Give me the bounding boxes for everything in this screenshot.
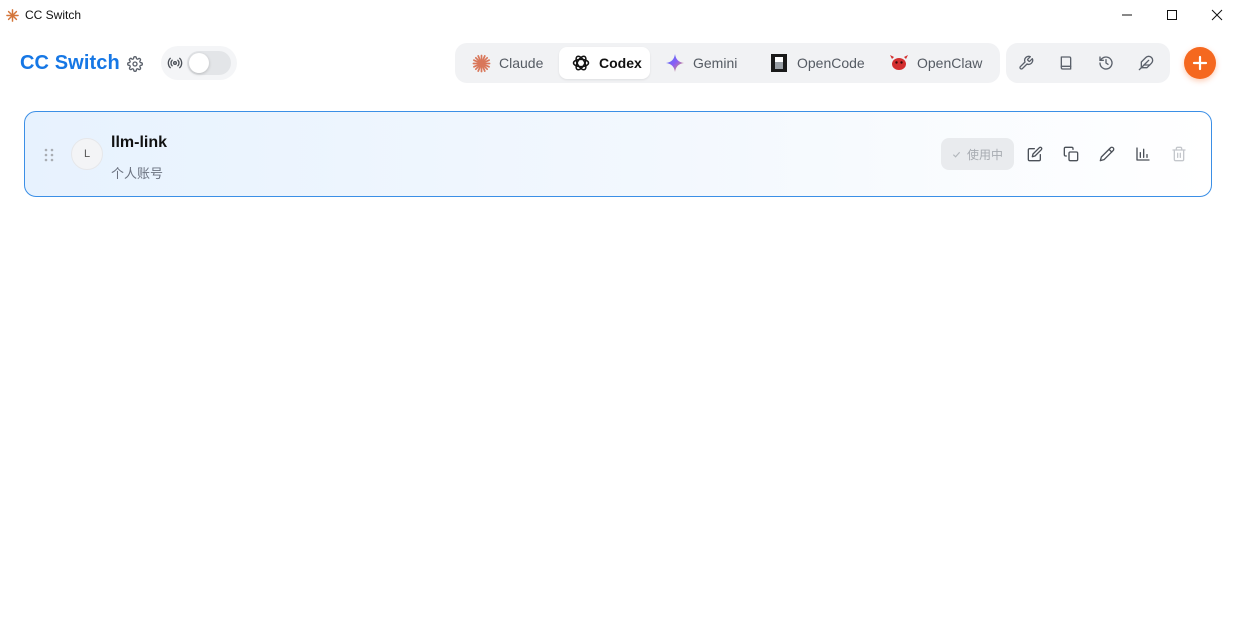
wrench-icon bbox=[1019, 55, 1034, 70]
book-icon bbox=[1060, 56, 1072, 70]
opencode-icon bbox=[769, 53, 789, 73]
window-title: CC Switch bbox=[25, 8, 82, 22]
tab-claude[interactable]: Claude bbox=[463, 47, 559, 79]
tab-codex[interactable]: Codex bbox=[559, 47, 650, 79]
tab-openclaw[interactable]: OpenClaw bbox=[879, 47, 995, 79]
duplicate-button[interactable] bbox=[1061, 144, 1081, 164]
chart-icon bbox=[1136, 147, 1150, 161]
title-bar: CC Switch bbox=[0, 0, 1233, 30]
delete-button[interactable] bbox=[1169, 144, 1189, 164]
minimize-button[interactable] bbox=[1104, 0, 1150, 30]
settings-button[interactable] bbox=[124, 53, 146, 75]
claude-icon bbox=[471, 53, 491, 73]
edit-icon bbox=[1027, 146, 1043, 162]
provider-card[interactable]: L llm-link 个人账号 使用中 bbox=[24, 111, 1212, 197]
provider-name: llm-link bbox=[111, 134, 168, 151]
gear-icon bbox=[127, 56, 143, 72]
minimize-icon bbox=[1122, 14, 1132, 16]
toggle-knob bbox=[189, 53, 209, 73]
in-use-label: 使用中 bbox=[966, 147, 1003, 162]
close-button[interactable] bbox=[1194, 0, 1233, 30]
tab-label: OpenCode bbox=[797, 55, 865, 71]
history-icon bbox=[1099, 56, 1113, 70]
tab-label: Codex bbox=[599, 55, 642, 71]
tab-gemini[interactable]: Gemini bbox=[655, 47, 751, 79]
history-button[interactable] bbox=[1094, 51, 1118, 75]
maximize-icon bbox=[1167, 10, 1177, 20]
check-icon bbox=[952, 151, 961, 158]
openclaw-icon bbox=[889, 53, 909, 73]
docs-button[interactable] bbox=[1054, 51, 1078, 75]
provider-note: 个人账号 bbox=[111, 166, 164, 181]
drag-handle-icon[interactable] bbox=[43, 148, 55, 162]
usage-button[interactable] bbox=[1133, 144, 1153, 164]
copy-icon bbox=[1063, 146, 1079, 162]
edit-button[interactable] bbox=[1025, 144, 1045, 164]
rename-button[interactable] bbox=[1097, 144, 1117, 164]
tools-button[interactable] bbox=[1014, 51, 1038, 75]
trash-icon bbox=[1172, 146, 1186, 162]
add-provider-button[interactable] bbox=[1184, 47, 1216, 79]
brand-title: CC Switch bbox=[20, 52, 120, 74]
skills-button[interactable] bbox=[1134, 51, 1158, 75]
provider-avatar: L bbox=[71, 138, 103, 170]
tab-label: Gemini bbox=[693, 55, 738, 71]
tools-group bbox=[1006, 43, 1170, 83]
feather-icon bbox=[1138, 55, 1154, 71]
proxy-toggle[interactable] bbox=[187, 51, 231, 75]
in-use-button[interactable]: 使用中 bbox=[941, 138, 1014, 170]
openai-icon bbox=[571, 53, 591, 73]
gemini-icon bbox=[665, 53, 685, 73]
close-icon bbox=[1211, 9, 1223, 21]
app-logo-icon bbox=[6, 9, 19, 22]
pencil-icon bbox=[1099, 146, 1115, 162]
tab-label: OpenClaw bbox=[917, 55, 983, 71]
app-switcher: Claude Codex Gemini OpenCode OpenClaw bbox=[455, 43, 1000, 83]
tab-label: Claude bbox=[499, 55, 544, 71]
radio-broadcast-icon bbox=[167, 57, 183, 69]
proxy-toggle-group bbox=[161, 46, 237, 80]
tab-opencode[interactable]: OpenCode bbox=[759, 47, 873, 79]
plus-icon bbox=[1192, 55, 1208, 71]
maximize-button[interactable] bbox=[1149, 0, 1195, 30]
